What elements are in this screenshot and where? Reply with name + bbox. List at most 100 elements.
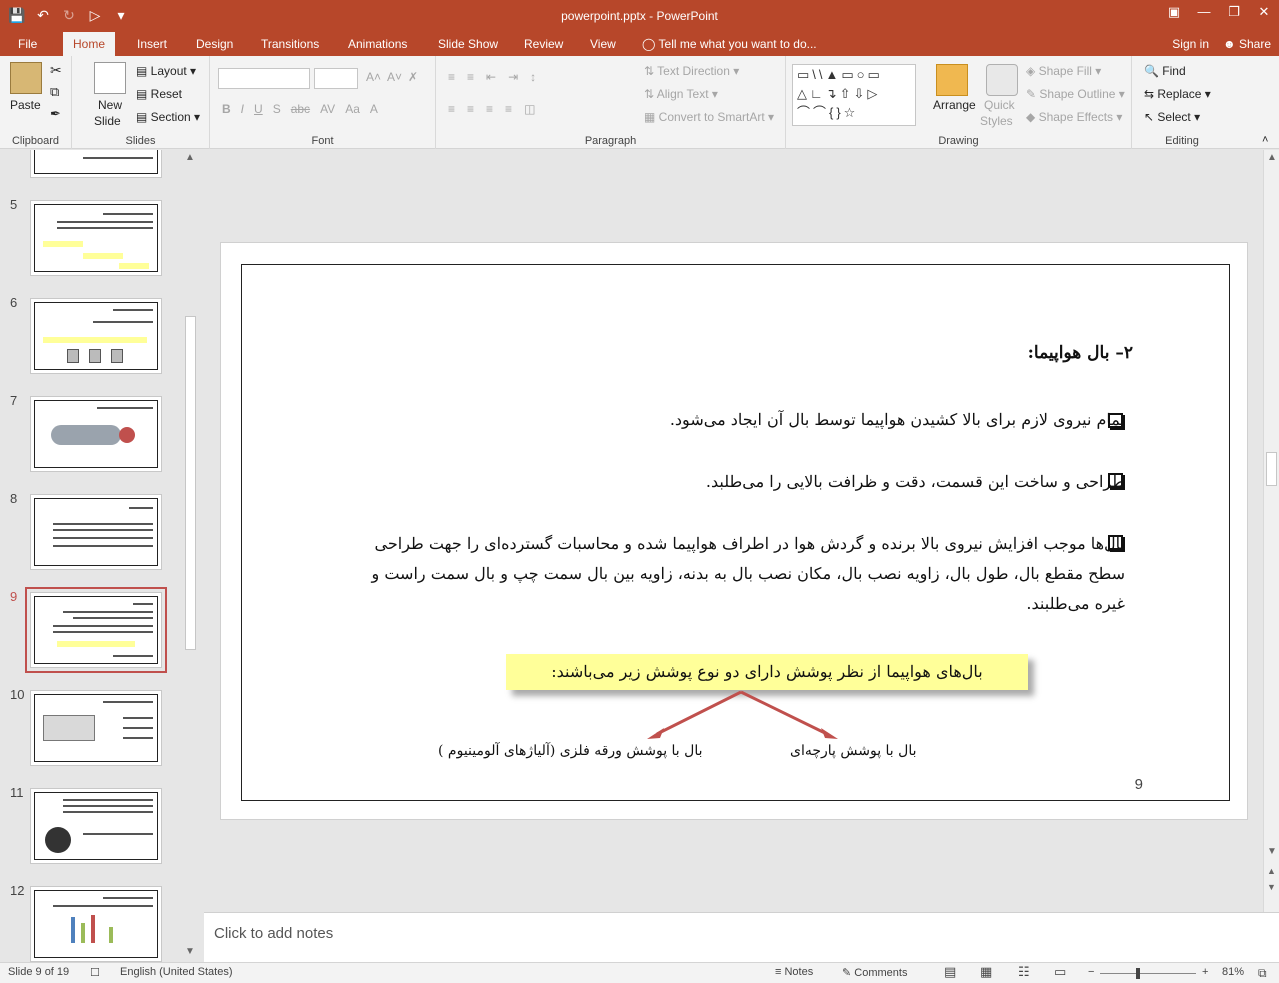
close-icon[interactable]: ✕ [1249,0,1279,26]
tab-home[interactable]: Home [63,32,116,56]
change-case-icon[interactable]: Aa [345,102,360,116]
line-spacing-icon[interactable]: ↕ [530,70,536,84]
tab-slide-show[interactable]: Slide Show [428,32,508,56]
zoom-slider[interactable] [1100,973,1196,974]
tab-design[interactable]: Design [186,32,243,56]
scroll-up-icon[interactable]: ▲ [1267,152,1277,163]
fit-slide-icon[interactable]: ⧉ [1258,966,1267,981]
notes-placeholder[interactable]: Click to add notes [214,925,333,942]
slide-sorter-icon[interactable]: ▦ [980,964,992,980]
slide-thumbnail[interactable] [30,494,162,570]
caption-metal[interactable]: بال با پوشش ورقه فلزی (آلیاژهای آلومینیو… [438,743,702,759]
slide-scrollbar[interactable]: ▲ ▼ ▲ ▼ [1263,150,1279,912]
arrange-button[interactable]: Arrange [933,98,976,112]
section-button[interactable]: ▤ Section ▾ [136,110,200,124]
align-right-icon[interactable]: ≡ [486,102,493,116]
copy-icon[interactable]: ⧉ [50,84,59,100]
slide-scroll-thumb[interactable] [1266,452,1277,486]
zoom-slider-thumb[interactable] [1136,968,1140,979]
minimize-icon[interactable]: — [1189,0,1219,26]
bullets-icon[interactable]: ≡ [448,70,455,84]
slide-thumbnail[interactable] [30,886,162,962]
next-slide-icon[interactable]: ▼ [1267,882,1276,892]
slide-thumbnail[interactable] [30,690,162,766]
scroll-down-icon[interactable]: ▼ [185,946,195,957]
spacing-icon[interactable]: AV [320,102,335,116]
columns-icon[interactable]: ◫ [524,102,535,116]
arrange-icon[interactable] [936,64,968,96]
justify-icon[interactable]: ≡ [505,102,512,116]
share-button[interactable]: ☻ Share [1223,32,1271,56]
scroll-up-icon[interactable]: ▲ [185,152,195,163]
tab-insert[interactable]: Insert [127,32,177,56]
scroll-down-icon[interactable]: ▼ [1267,846,1277,857]
quick-styles-button[interactable]: Quick [984,98,1015,112]
bullet-text[interactable]: بال‌ها موجب افزایش نیروی بالا برنده و گر… [365,529,1125,619]
slide-thumbnail[interactable] [30,788,162,864]
bullet-text[interactable]: تمام نیروی لازم برای بالا کشیدن هواپیما … [345,405,1125,435]
new-slide-icon[interactable] [94,62,126,94]
shape-effects-button[interactable]: ◆ Shape Effects ▾ [1026,110,1122,124]
replace-button[interactable]: ⇆ Replace ▾ [1144,87,1211,101]
find-button[interactable]: 🔍 Find [1144,64,1186,78]
slide-thumbnail[interactable] [30,298,162,374]
slideshow-icon[interactable]: ▭ [1054,964,1066,980]
previous-slide-icon[interactable]: ▲ [1267,866,1276,876]
format-painter-icon[interactable]: ✒ [50,106,61,122]
zoom-in-icon[interactable]: + [1202,966,1208,978]
caption-fabric[interactable]: بال با پوشش پارچه‌ای [790,743,917,759]
tab-file[interactable]: File [8,32,47,56]
ribbon-display-icon[interactable]: ▣ [1159,0,1189,26]
highlight-box[interactable]: بال‌های هواپیما از نظر پوشش دارای دو نوع… [506,654,1028,690]
shadow-icon[interactable]: S [273,102,281,116]
tab-view[interactable]: View [580,32,626,56]
tab-review[interactable]: Review [514,32,573,56]
thumbnail-scroll-thumb[interactable] [185,316,196,650]
tab-transitions[interactable]: Transitions [251,32,329,56]
align-left-icon[interactable]: ≡ [448,102,455,116]
slide-thumbnail[interactable] [30,200,162,276]
numbering-icon[interactable]: ≡ [467,70,474,84]
paste-icon[interactable] [10,62,42,94]
slide-thumbnail[interactable] [30,150,162,178]
decrease-indent-icon[interactable]: ⇤ [486,70,496,84]
text-direction-button[interactable]: ⇅ Text Direction ▾ [644,64,739,78]
clear-format-icon[interactable]: ✗ [408,70,418,84]
spell-check-icon[interactable]: ☐ [90,966,100,979]
slide-title[interactable]: ۲– بال هواپیما: [1028,343,1133,363]
font-color-icon[interactable]: A [370,102,378,116]
restore-icon[interactable]: ❐ [1219,0,1249,26]
notes-toggle[interactable]: ≡ Notes [775,966,813,978]
normal-view-icon[interactable]: ▤ [944,964,956,980]
reset-button[interactable]: ▤ Reset [136,87,182,101]
comments-toggle[interactable]: ✎ Comments [842,966,907,979]
reading-view-icon[interactable]: ☷ [1018,964,1030,980]
shape-fill-button[interactable]: ◈ Shape Fill ▾ [1026,64,1101,78]
new-slide-button-line2[interactable]: Slide [94,114,121,128]
layout-button[interactable]: ▤ Layout ▾ [136,64,196,78]
shrink-font-icon[interactable]: A˅ [387,70,402,84]
increase-indent-icon[interactable]: ⇥ [508,70,518,84]
underline-icon[interactable]: U [254,102,263,116]
italic-icon[interactable]: I [241,102,244,116]
slide-thumbnail-selected[interactable] [25,587,167,673]
select-button[interactable]: ↖ Select ▾ [1144,110,1200,124]
paste-button[interactable]: Paste [10,98,41,112]
zoom-level[interactable]: 81% [1222,966,1244,978]
quick-styles-button-line2[interactable]: Styles [980,114,1013,128]
font-name-combo[interactable] [218,68,310,89]
notes-pane[interactable]: Click to add notes [204,912,1279,962]
zoom-out-icon[interactable]: − [1088,966,1094,978]
cut-icon[interactable]: ✂ [50,62,62,79]
language-indicator[interactable]: English (United States) [120,966,233,978]
sign-in-link[interactable]: Sign in [1172,32,1209,56]
new-slide-button[interactable]: New [98,98,122,112]
quick-styles-icon[interactable] [986,64,1018,96]
shapes-gallery[interactable]: ▭\\▲▭○▭ △∟↴⇧⇩▷ ⌒⌒{}☆ [792,64,916,126]
bold-icon[interactable]: B [222,102,231,116]
grow-font-icon[interactable]: A˄ [366,70,381,84]
tab-animations[interactable]: Animations [338,32,417,56]
font-size-combo[interactable] [314,68,358,89]
collapse-ribbon-icon[interactable]: ˄ [1262,134,1268,146]
align-text-button[interactable]: ⇅ Align Text ▾ [644,87,718,101]
